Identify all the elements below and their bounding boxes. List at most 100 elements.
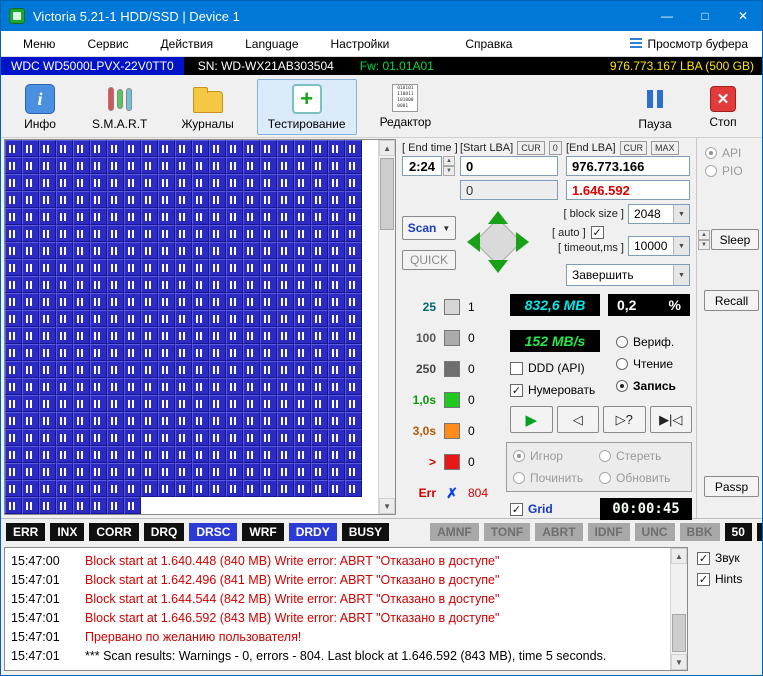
scan-block <box>260 327 277 344</box>
menu-item-language[interactable]: Language <box>229 33 314 55</box>
end-cur-button[interactable]: CUR <box>620 141 648 155</box>
scroll-thumb[interactable] <box>380 158 394 230</box>
hints-option[interactable]: Hints <box>697 572 757 586</box>
scan-block <box>56 429 73 446</box>
ddd-checkbox[interactable] <box>510 362 523 375</box>
chevron-down-icon[interactable]: ▼ <box>673 237 689 255</box>
read-radio[interactable] <box>616 358 628 370</box>
menu-item-menu[interactable]: Меню <box>7 33 71 55</box>
log-scrollbar[interactable]: ▲ ▼ <box>670 548 687 670</box>
nav-up-arrow[interactable] <box>488 211 508 224</box>
passp-button[interactable]: Passp <box>704 476 759 497</box>
numerate-checkbox[interactable] <box>510 384 523 397</box>
timeout-select[interactable]: 10000 ▼ <box>628 236 690 256</box>
end-lba-input[interactable]: 976.773.166 <box>566 156 690 176</box>
scroll-up-icon[interactable]: ▲ <box>379 140 395 156</box>
smart-button[interactable]: S.M.A.R.T <box>81 79 158 135</box>
scan-block <box>192 242 209 259</box>
scan-block <box>345 276 362 293</box>
scroll-down-icon[interactable]: ▼ <box>379 498 395 514</box>
ddd-option[interactable]: DDD (API) <box>510 361 585 375</box>
scroll-down-icon[interactable]: ▼ <box>671 654 687 670</box>
menu-item-service[interactable]: Сервис <box>71 33 144 55</box>
on-finish-select[interactable]: Завершить ▼ <box>566 264 690 286</box>
scan-block <box>107 310 124 327</box>
scan-block <box>328 310 345 327</box>
scan-block <box>260 429 277 446</box>
scan-block <box>243 361 260 378</box>
testing-button[interactable]: + Тестирование <box>257 79 357 135</box>
buffer-view-button[interactable]: Просмотр буфера <box>622 34 756 54</box>
recall-button[interactable]: Recall <box>704 290 759 311</box>
log-message: Block start at 1.640.448 (840 MB) Write … <box>85 554 499 568</box>
sound-option[interactable]: Звук <box>697 551 757 565</box>
scan-block <box>209 242 226 259</box>
scroll-up-icon[interactable]: ▲ <box>671 548 687 564</box>
scan-block <box>260 242 277 259</box>
scan-block <box>345 225 362 242</box>
scan-block <box>5 174 22 191</box>
close-button[interactable]: ✕ <box>724 1 762 31</box>
scan-block <box>175 412 192 429</box>
quick-button[interactable]: QUICK <box>402 250 456 270</box>
nav-left-arrow[interactable] <box>467 232 480 252</box>
auto-checkbox[interactable] <box>591 226 604 239</box>
scan-block <box>158 395 175 412</box>
scan-block <box>294 174 311 191</box>
hints-checkbox[interactable] <box>697 573 710 586</box>
scan-block <box>56 310 73 327</box>
scan-block <box>5 276 22 293</box>
device-model[interactable]: WDC WD5000LPVX-22V0TT0 <box>1 57 184 75</box>
sleep-button[interactable]: Sleep <box>711 229 759 250</box>
scan-block <box>226 378 243 395</box>
scroll-thumb[interactable] <box>672 614 686 652</box>
start-zero-button[interactable]: 0 <box>549 141 562 155</box>
scan-block <box>158 174 175 191</box>
stop-button[interactable]: ✕ Стоп <box>694 79 752 135</box>
grid-checkbox[interactable] <box>510 503 523 516</box>
legend-row: Err✗804 <box>404 484 506 501</box>
scan-block <box>294 361 311 378</box>
pause-button[interactable]: Пауза <box>626 79 684 135</box>
scan-block <box>192 140 209 157</box>
scan-block <box>22 259 39 276</box>
mode-write-option[interactable]: Запись <box>616 379 676 393</box>
scan-block <box>107 446 124 463</box>
start-lba-input[interactable]: 0 <box>460 156 558 176</box>
info-button[interactable]: i Инфо <box>11 79 69 135</box>
menu-item-help[interactable]: Справка <box>449 33 528 55</box>
scan-to-button[interactable]: ▷? <box>603 406 646 433</box>
editor-button[interactable]: 010101 110011 101000 0001 Редактор <box>369 79 443 133</box>
map-scrollbar[interactable]: ▲ ▼ <box>378 140 395 514</box>
numerate-option[interactable]: Нумеровать <box>510 383 595 397</box>
end-max-button[interactable]: MAX <box>651 141 679 155</box>
start-cur-button[interactable]: CUR <box>517 141 545 155</box>
maximize-button[interactable]: □ <box>686 1 724 31</box>
step-back-button[interactable]: ◁ <box>557 406 600 433</box>
write-radio[interactable] <box>616 380 628 392</box>
menu-item-settings[interactable]: Настройки <box>315 33 406 55</box>
journals-button[interactable]: Журналы <box>170 79 244 135</box>
status-flag-inx: INX <box>50 523 84 541</box>
jump-end-button[interactable]: ▶|◁ <box>650 406 693 433</box>
end-time-field[interactable]: 2:24 <box>402 156 442 176</box>
scan-block <box>175 208 192 225</box>
verify-radio[interactable] <box>616 336 628 348</box>
mode-read-option[interactable]: Чтение <box>616 357 673 371</box>
grid-option[interactable]: Grid <box>510 502 553 516</box>
nav-down-arrow[interactable] <box>488 260 508 273</box>
start-scan-button[interactable]: ▶ <box>510 406 553 433</box>
sleep-spinner[interactable]: ▲▼ <box>698 230 710 250</box>
chevron-down-icon[interactable]: ▼ <box>673 205 689 223</box>
pause-icon <box>640 84 670 114</box>
menu-item-actions[interactable]: Действия <box>145 33 230 55</box>
sound-checkbox[interactable] <box>697 552 710 565</box>
minimize-button[interactable]: — <box>648 1 686 31</box>
scan-block <box>311 191 328 208</box>
scan-block <box>192 259 209 276</box>
chevron-down-icon[interactable]: ▼ <box>673 265 689 285</box>
mode-verify-option[interactable]: Вериф. <box>616 335 674 349</box>
block-size-select[interactable]: 2048 ▼ <box>628 204 690 224</box>
end-time-spinner[interactable]: ▲▼ <box>443 156 455 176</box>
scan-dropdown-button[interactable]: Scan ▼ <box>402 216 456 240</box>
